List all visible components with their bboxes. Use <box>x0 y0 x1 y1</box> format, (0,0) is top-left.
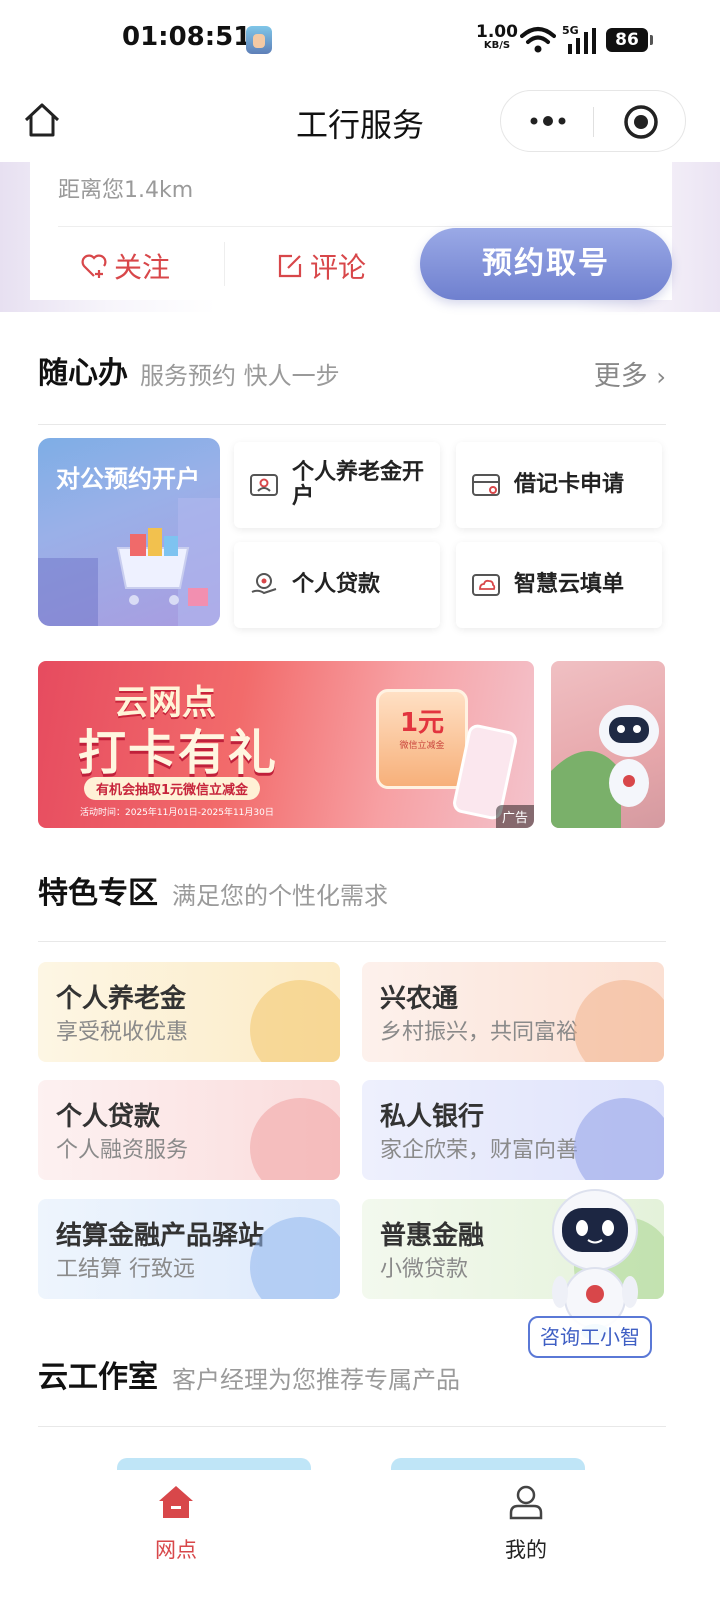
feature-title: 普惠金融 <box>380 1221 485 1251</box>
section-subtitle: 客户经理为您推荐专属产品 <box>172 1366 460 1394</box>
robot-illustration <box>551 705 659 828</box>
tab-bar: 网点 我的 <box>0 1470 720 1608</box>
more-dots-icon[interactable] <box>525 101 571 141</box>
nav-bar: 工行服务 <box>0 80 720 162</box>
feature-xingnongtong[interactable]: 兴农通 乡村振兴，共同富裕 <box>362 962 664 1062</box>
service-cloud-form[interactable]: 智慧云填单 <box>456 542 662 628</box>
feature-title: 结算金融产品驿站 <box>56 1221 265 1251</box>
banner-title-line2: 打卡有礼 <box>78 725 279 781</box>
branch-distance: 距离您1.4km <box>58 178 194 203</box>
section-title: 特色专区 <box>38 876 158 911</box>
section-title: 云工作室 <box>38 1360 158 1395</box>
feature-settlement-station[interactable]: 结算金融产品驿站 工结算 行致远 <box>38 1199 340 1299</box>
cloud-form-icon <box>472 574 500 596</box>
feature-subtitle: 家企欣荣，财富向善 <box>380 1138 579 1163</box>
follow-label: 关注 <box>114 251 171 284</box>
target-close-icon[interactable] <box>623 104 659 140</box>
comment-button[interactable]: 评论 <box>276 246 366 286</box>
ad-tag: 广告 <box>495 805 534 828</box>
banner-date: 活动时间：2025年11月01日-2025年11月30日 <box>80 808 274 818</box>
section-divider <box>38 1426 666 1427</box>
battery-indicator: 86 <box>606 28 653 52</box>
app-notification-icon <box>246 26 272 54</box>
feature-title: 兴农通 <box>380 984 459 1014</box>
quick-section-header: 随心办 服务预约 快人一步 更多 › <box>38 348 666 408</box>
coupon-subtitle: 微信立减金 <box>399 741 445 751</box>
section-divider <box>38 424 666 425</box>
service-label: 个人养老金开户 <box>292 460 425 509</box>
tab-label: 我的 <box>505 1538 547 1562</box>
more-label: 更多 <box>593 361 648 392</box>
tab-mine[interactable]: 我的 <box>466 1480 586 1580</box>
section-subtitle: 满足您的个性化需求 <box>172 882 388 910</box>
network-speed: 1.00 KB/S <box>476 24 518 52</box>
feature-personal-loan[interactable]: 个人贷款 个人融资服务 <box>38 1080 340 1180</box>
feature-subtitle: 工结算 行致远 <box>56 1257 195 1282</box>
feature-personal-pension[interactable]: 个人养老金 享受税收优惠 <box>38 962 340 1062</box>
service-pension-account[interactable]: 个人养老金开户 <box>234 442 440 528</box>
feature-subtitle: 享受税收优惠 <box>56 1020 189 1045</box>
section-subtitle: 服务预约 快人一步 <box>140 362 340 390</box>
more-link[interactable]: 更多 › <box>594 354 666 393</box>
wheat-icon <box>574 980 664 1062</box>
feature-title: 个人贷款 <box>56 1102 161 1132</box>
tab-label: 网点 <box>155 1538 197 1562</box>
chevron-right-icon: › <box>656 363 666 391</box>
follow-button[interactable]: 关注 <box>80 246 170 286</box>
money-bag-icon <box>250 1098 340 1180</box>
home-tab-icon <box>159 1486 193 1518</box>
service-personal-loan[interactable]: 个人贷款 <box>234 542 440 628</box>
divider <box>224 242 225 286</box>
feature-title: 私人银行 <box>380 1102 485 1132</box>
service-label: 智慧云填单 <box>514 572 625 597</box>
feature-section-header: 特色专区 满足您的个性化需求 <box>38 868 666 928</box>
reserve-queue-button[interactable]: 预约取号 <box>420 228 672 300</box>
bank-card-icon <box>472 474 500 496</box>
heart-icon <box>81 254 107 278</box>
service-debit-card[interactable]: 借记卡申请 <box>456 442 662 528</box>
user-icon <box>509 1485 543 1520</box>
bank-building-icon <box>574 1098 664 1180</box>
service-label: 个人贷款 <box>292 572 381 597</box>
coupon-value: 1元 <box>399 708 445 738</box>
signal-icon <box>568 28 596 54</box>
tab-branch[interactable]: 网点 <box>116 1480 236 1580</box>
banner-pill: 有机会抽取1元微信立减金 <box>84 777 261 800</box>
feature-subtitle: 小微贷款 <box>380 1257 469 1282</box>
feature-subtitle: 个人融资服务 <box>56 1138 189 1163</box>
divider <box>58 226 672 227</box>
feature-subtitle: 乡村振兴，共同富裕 <box>380 1020 579 1045</box>
id-card-icon <box>250 474 278 496</box>
section-title: 随心办 <box>38 356 128 391</box>
branch-card: 距离您1.4km 关注 评论 预约取号 <box>30 162 672 300</box>
comment-label: 评论 <box>310 251 367 284</box>
section-divider <box>38 941 666 942</box>
feature-title: 个人养老金 <box>56 984 187 1014</box>
status-time: 01:08:51 <box>122 22 252 52</box>
coin-bag-icon <box>250 980 340 1062</box>
next-banner-peek[interactable] <box>551 661 665 828</box>
corporate-account-promo[interactable]: 对公预约开户 <box>38 438 220 626</box>
service-label: 借记卡申请 <box>514 472 625 497</box>
wifi-icon <box>520 27 556 53</box>
loan-hand-icon <box>251 573 277 595</box>
mini-program-capsule <box>500 90 686 152</box>
studio-section-header: 云工作室 客户经理为您推荐专属产品 <box>38 1352 666 1412</box>
shopping-cart-illustration <box>38 498 220 626</box>
feature-private-banking[interactable]: 私人银行 家企欣荣，财富向善 <box>362 1080 664 1180</box>
status-bar: 01:08:51 1.00 KB/S 5G 86 <box>0 0 720 80</box>
promo-banner[interactable]: 云网点 打卡有礼 有机会抽取1元微信立减金 活动时间：2025年11月01日-2… <box>38 661 534 828</box>
coupon-card: 1元 微信立减金 <box>376 689 468 789</box>
capsule-divider <box>593 107 594 137</box>
edit-icon <box>278 254 302 278</box>
